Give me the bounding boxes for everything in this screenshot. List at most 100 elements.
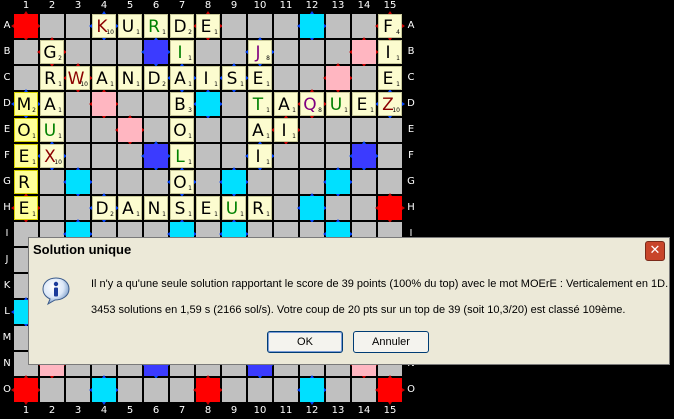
tile-G1[interactable]: R	[14, 170, 38, 194]
board-cell-A14-normal[interactable]	[352, 14, 376, 38]
cancel-button[interactable]: Annuler	[353, 331, 429, 353]
tile-C8[interactable]: I1	[196, 66, 220, 90]
tile-H10[interactable]: R1	[248, 196, 272, 220]
board-cell-D3-normal[interactable]	[66, 92, 90, 116]
board-cell-G12-normal[interactable]	[300, 170, 324, 194]
board-cell-A11-normal[interactable]	[274, 14, 298, 38]
board-cell-E8-normal[interactable]	[196, 118, 220, 142]
board-cell-O8-triple-word[interactable]	[196, 378, 220, 402]
tile-A4[interactable]: K 10	[92, 14, 116, 38]
tile-F10[interactable]: I1	[248, 144, 272, 168]
tile-G7[interactable]: O1	[170, 170, 194, 194]
tile-H7[interactable]: S1	[170, 196, 194, 220]
board-cell-F6-triple-letter[interactable]	[144, 144, 168, 168]
tile-F1[interactable]: E1	[14, 144, 38, 168]
tile-D11[interactable]: A1	[274, 92, 298, 116]
board-cell-B14-double-word[interactable]	[352, 40, 376, 64]
tile-H8[interactable]: E1	[196, 196, 220, 220]
tile-A7[interactable]: D2	[170, 14, 194, 38]
board-cell-E6-normal[interactable]	[144, 118, 168, 142]
tile-H1[interactable]: E1	[14, 196, 38, 220]
board-cell-G15-normal[interactable]	[378, 170, 402, 194]
board-cell-D4-double-word[interactable]	[92, 92, 116, 116]
board-cell-A10-normal[interactable]	[248, 14, 272, 38]
tile-C7[interactable]: A1	[170, 66, 194, 90]
board-cell-D8-double-letter[interactable]	[196, 92, 220, 116]
board-cell-F5-normal[interactable]	[118, 144, 142, 168]
board-cell-B8-normal[interactable]	[196, 40, 220, 64]
board-cell-E3-normal[interactable]	[66, 118, 90, 142]
board-cell-F13-normal[interactable]	[326, 144, 350, 168]
board-cell-O6-normal[interactable]	[144, 378, 168, 402]
board-cell-G2-normal[interactable]	[40, 170, 64, 194]
board-cell-H15-triple-word[interactable]	[378, 196, 402, 220]
tile-C9[interactable]: S1	[222, 66, 246, 90]
tile-D1[interactable]: M2	[14, 92, 38, 116]
tile-C10[interactable]: E1	[248, 66, 272, 90]
board-cell-G8-normal[interactable]	[196, 170, 220, 194]
board-cell-E13-normal[interactable]	[326, 118, 350, 142]
board-cell-F14-triple-letter[interactable]	[352, 144, 376, 168]
board-cell-H14-normal[interactable]	[352, 196, 376, 220]
board-cell-A13-normal[interactable]	[326, 14, 350, 38]
board-cell-O13-normal[interactable]	[326, 378, 350, 402]
board-cell-O7-normal[interactable]	[170, 378, 194, 402]
board-cell-D6-normal[interactable]	[144, 92, 168, 116]
tile-H4[interactable]: D2	[92, 196, 116, 220]
tile-D10[interactable]: T1	[248, 92, 272, 116]
board-cell-G5-normal[interactable]	[118, 170, 142, 194]
board-cell-D5-normal[interactable]	[118, 92, 142, 116]
ok-button[interactable]: OK	[267, 331, 343, 353]
tile-H9[interactable]: U1	[222, 196, 246, 220]
board-cell-B1-normal[interactable]	[14, 40, 38, 64]
board-cell-F8-normal[interactable]	[196, 144, 220, 168]
tile-H5[interactable]: A1	[118, 196, 142, 220]
board-cell-F9-normal[interactable]	[222, 144, 246, 168]
tile-D7[interactable]: B3	[170, 92, 194, 116]
board-cell-A9-normal[interactable]	[222, 14, 246, 38]
board-cell-H11-normal[interactable]	[274, 196, 298, 220]
board-cell-B6-triple-letter[interactable]	[144, 40, 168, 64]
board-cell-F12-normal[interactable]	[300, 144, 324, 168]
board-cell-O3-normal[interactable]	[66, 378, 90, 402]
board-cell-E15-normal[interactable]	[378, 118, 402, 142]
board-cell-B5-normal[interactable]	[118, 40, 142, 64]
tile-B15[interactable]: I1	[378, 40, 402, 64]
tile-A8[interactable]: E1	[196, 14, 220, 38]
board-cell-A2-normal[interactable]	[40, 14, 64, 38]
tile-C6[interactable]: D2	[144, 66, 168, 90]
tile-C5[interactable]: N1	[118, 66, 142, 90]
board-cell-B12-normal[interactable]	[300, 40, 324, 64]
board-cell-O14-normal[interactable]	[352, 378, 376, 402]
board-cell-O10-normal[interactable]	[248, 378, 272, 402]
board-cell-C12-normal[interactable]	[300, 66, 324, 90]
board-cell-G11-normal[interactable]	[274, 170, 298, 194]
board-cell-H12-double-letter[interactable]	[300, 196, 324, 220]
board-cell-O5-normal[interactable]	[118, 378, 142, 402]
board-cell-C13-double-word[interactable]	[326, 66, 350, 90]
tile-A6[interactable]: R1	[144, 14, 168, 38]
tile-A15[interactable]: F4	[378, 14, 402, 38]
tile-D12[interactable]: Q8	[300, 92, 324, 116]
board-cell-O2-normal[interactable]	[40, 378, 64, 402]
tile-H6[interactable]: N1	[144, 196, 168, 220]
board-cell-D9-normal[interactable]	[222, 92, 246, 116]
board-cell-F11-normal[interactable]	[274, 144, 298, 168]
board-cell-G13-double-letter[interactable]	[326, 170, 350, 194]
board-cell-G6-normal[interactable]	[144, 170, 168, 194]
board-cell-E9-normal[interactable]	[222, 118, 246, 142]
tile-B2[interactable]: G2	[40, 40, 64, 64]
tile-B10[interactable]: J8	[248, 40, 272, 64]
board-cell-F15-normal[interactable]	[378, 144, 402, 168]
board-cell-O4-double-letter[interactable]	[92, 378, 116, 402]
tile-D13[interactable]: U1	[326, 92, 350, 116]
board-cell-E14-normal[interactable]	[352, 118, 376, 142]
board-cell-F3-normal[interactable]	[66, 144, 90, 168]
tile-E10[interactable]: A1	[248, 118, 272, 142]
tile-E2[interactable]: U1	[40, 118, 64, 142]
board-cell-H13-normal[interactable]	[326, 196, 350, 220]
board-cell-H3-normal[interactable]	[66, 196, 90, 220]
board-cell-A3-normal[interactable]	[66, 14, 90, 38]
board-cell-G10-normal[interactable]	[248, 170, 272, 194]
board-cell-B4-normal[interactable]	[92, 40, 116, 64]
